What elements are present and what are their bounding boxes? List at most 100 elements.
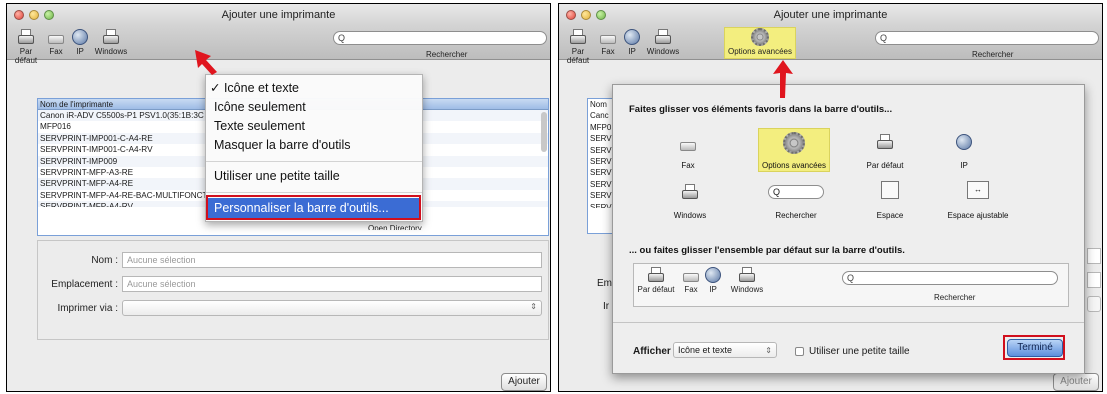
gear-icon [751,28,769,46]
add-button[interactable]: Ajouter [501,373,547,391]
window-title: Ajouter une imprimante [773,9,888,21]
background-location-fragment: Em [597,278,612,289]
toolbar: Par défaut Fax IP Windows Q Rechercher [7,26,550,65]
zoom-button[interactable] [44,10,54,20]
palette-flexible-space-label: Espace ajustable [947,211,1009,220]
background-right-field [1087,248,1101,264]
palette-ip[interactable]: IP [953,133,975,173]
fax-icon [46,28,66,46]
add-printer-window: Ajouter une imprimante Par défaut Fax IP… [7,4,550,391]
add-printer-window-customize: Ajouter une imprimante Par défaut Fax IP… [559,4,1102,391]
printer-icon [875,133,895,151]
list-partial-kind: Open Directory [368,224,422,230]
menu-item-icon-and-text[interactable]: ✓ Icône et texte [210,80,299,95]
palette-search[interactable]: Q Rechercher [768,185,824,225]
toolbar-ip-button[interactable]: IP [621,28,643,56]
palette-windows-label: Windows [673,211,707,220]
location-field[interactable]: Aucune sélection [122,276,542,292]
close-button[interactable] [566,10,576,20]
search-caption: Rechercher [426,50,468,59]
palette-space-label: Espace [876,211,904,220]
customize-toolbar-sheet: Faites glisser vos éléments favoris dans… [612,84,1085,374]
small-size-label: Utiliser une petite taille [809,346,910,357]
small-size-checkbox[interactable] [795,347,804,356]
background-add-button: Ajouter [1053,373,1099,391]
search-caption: Rechercher [972,50,1014,59]
fax-icon [681,266,701,284]
background-printvia-fragment: Ir [603,301,610,312]
palette-flexible-space[interactable]: ↔ Espace ajustable [943,181,1013,223]
sheet-divider [613,322,1084,323]
default-set-default: Par défaut [636,266,676,294]
annotation-arrow [195,50,217,75]
toolbar-default-button[interactable]: Par défaut [9,28,43,65]
palette-default[interactable]: Par défaut [865,133,905,173]
default-set-search-field: Q [842,271,1058,285]
search-icon: Q [773,187,781,197]
zoom-button[interactable] [596,10,606,20]
windows-printer-icon [737,266,757,284]
sheet-heading-default-set: ... ou faites glisser l'ensemble par déf… [629,245,905,256]
palette-fax[interactable]: Fax [673,135,703,175]
print-via-label: Imprimer via : [57,303,118,314]
name-label: Nom : [91,255,118,266]
minimize-button[interactable] [581,10,591,20]
globe-icon [624,29,640,45]
search-input[interactable]: Q [333,31,547,45]
fax-icon [678,135,698,153]
print-via-select[interactable]: ⇕ [122,300,542,316]
default-set-default-label: Par défaut [637,285,675,294]
name-field[interactable]: Aucune sélection [122,252,542,268]
flexible-space-icon: ↔ [967,181,989,199]
left-screenshot: Ajouter une imprimante Par défaut Fax IP… [6,3,551,392]
menu-item-icon-only[interactable]: Icône seulement [214,100,306,114]
palette-advanced-options[interactable]: Options avancées [758,132,830,172]
toolbar-fax-button[interactable]: Fax [597,28,619,56]
search-icon: Q [880,33,888,43]
menu-item-hide-toolbar[interactable]: Masquer la barre d'outils [214,138,350,152]
background-right-select [1087,296,1101,312]
windows-printer-icon [101,28,121,46]
globe-icon [956,134,972,150]
search-icon: Q [847,273,855,283]
printer-icon [568,28,588,46]
search-icon: Q [338,33,346,43]
window-titlebar: Ajouter une imprimante [559,4,1102,26]
minimize-button[interactable] [29,10,39,20]
windows-printer-icon [680,183,700,201]
palette-space[interactable]: Espace [873,181,907,223]
toolbar-fax-button[interactable]: Fax [45,28,67,56]
menu-item-small-size[interactable]: Utiliser une petite taille [214,169,340,183]
show-mode-select[interactable]: Icône et texte ⇕ [673,342,777,358]
palette-fax-label: Fax [681,161,695,170]
default-set-strip[interactable]: Par défaut Fax IP Windows Q Rechercher [633,263,1069,307]
globe-icon [72,29,88,45]
annotation-arrow [773,60,793,98]
window-titlebar: Ajouter une imprimante [7,4,550,26]
toolbar-default-label: Par défaut [566,47,590,65]
default-set-fax: Fax [680,266,702,294]
windows-printer-icon [653,28,673,46]
toolbar-windows-button[interactable]: Windows [91,28,131,56]
menu-item-text-only[interactable]: Texte seulement [214,119,305,133]
close-button[interactable] [14,10,24,20]
window-controls [14,10,54,20]
menu-separator [206,192,422,193]
toolbar-advanced-button[interactable]: Options avancées [724,28,796,56]
palette-ip-label: IP [960,161,968,170]
toolbar-ip-button[interactable]: IP [69,28,91,56]
annotation-highlight-box [1003,335,1065,360]
toolbar-advanced-label: Options avancées [727,47,793,56]
updown-icon: ⇕ [530,302,537,311]
toolbar-default-button[interactable]: Par défaut [561,28,595,65]
default-set-windows: Windows [726,266,768,294]
search-input[interactable]: Q [875,31,1099,45]
palette-windows[interactable]: Windows [670,183,710,223]
updown-icon: ⇕ [765,346,772,355]
list-scrollbar[interactable] [541,112,547,152]
toolbar-windows-button[interactable]: Windows [643,28,683,56]
space-icon [881,181,899,199]
toolbar-windows-label: Windows [94,47,128,56]
show-label: Afficher [633,346,671,357]
gear-icon [783,132,805,154]
